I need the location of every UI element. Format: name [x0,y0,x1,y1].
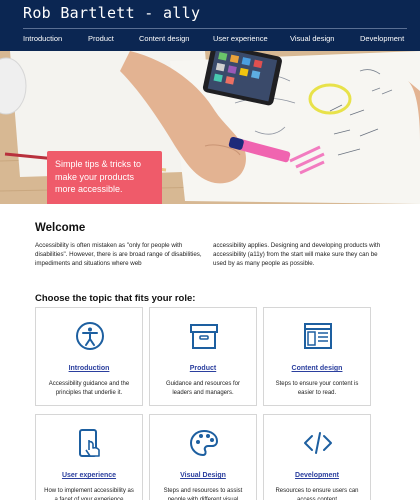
topic-link-introduction[interactable]: Introduction [36,365,142,372]
topic-link-user-experience[interactable]: User experience [36,472,142,479]
topic-desc-content-design: Steps to ensure your content is easier t… [275,381,359,396]
topic-desc-product: Guidance and resources for leaders and m… [165,381,241,396]
archive-box-icon [190,324,218,349]
topic-link-development[interactable]: Development [264,472,370,479]
tap-phone-icon [79,429,100,457]
topic-desc-introduction: Accessibility guidance and the principle… [48,381,130,396]
hero-callout: Simple tips & tricks to make your produc… [47,151,162,204]
topics-heading: Choose the topic that fits your role: [35,293,196,304]
hero-banner: Simple tips & tricks to make your produc… [0,51,420,204]
topic-link-visual-design[interactable]: Visual Design [150,472,256,479]
nav-link-development[interactable]: Development [360,34,404,43]
welcome-heading: Welcome [35,222,86,234]
intro-paragraph-left: Accessibility is often mistaken as "only… [35,242,202,267]
accessibility-person-icon [76,322,104,350]
nav-link-product[interactable]: Product [88,34,114,43]
page-layout-icon [304,323,332,349]
nav-link-visual-design[interactable]: Visual design [290,34,334,43]
site-header: Rob Bartlett - ally Introduction Product… [0,0,420,51]
topic-card-product[interactable]: Product Guidance and resources for leade… [149,307,257,406]
topic-card-content-design[interactable]: Content design Steps to ensure your cont… [263,307,371,406]
nav-link-user-experience[interactable]: User experience [213,34,268,43]
nav-link-introduction[interactable]: Introduction [23,34,62,43]
header-divider [23,28,407,29]
code-brackets-icon [304,432,332,454]
topic-card-introduction[interactable]: Introduction Accessibility guidance and … [35,307,143,406]
site-title[interactable]: Rob Bartlett - ally [23,4,200,22]
topic-link-content-design[interactable]: Content design [264,365,370,372]
topic-desc-development: Resources to ensure users can access con… [275,488,359,500]
topic-link-product[interactable]: Product [150,365,256,372]
topic-desc-user-experience: How to implement accessibility as a face… [44,488,134,500]
topic-card-development[interactable]: Development Resources to ensure users ca… [263,414,371,500]
nav-link-content-design[interactable]: Content design [139,34,189,43]
intro-paragraph-right: accessibility applies. Designing and dev… [213,242,381,267]
paint-palette-icon [189,429,219,457]
main-nav: Introduction Product Content design User… [0,34,420,48]
topic-card-visual-design[interactable]: Visual Design Steps and resources to ass… [149,414,257,500]
topic-desc-visual-design: Steps and resources to assist people wit… [163,488,243,500]
topic-card-user-experience[interactable]: User experience How to implement accessi… [35,414,143,500]
